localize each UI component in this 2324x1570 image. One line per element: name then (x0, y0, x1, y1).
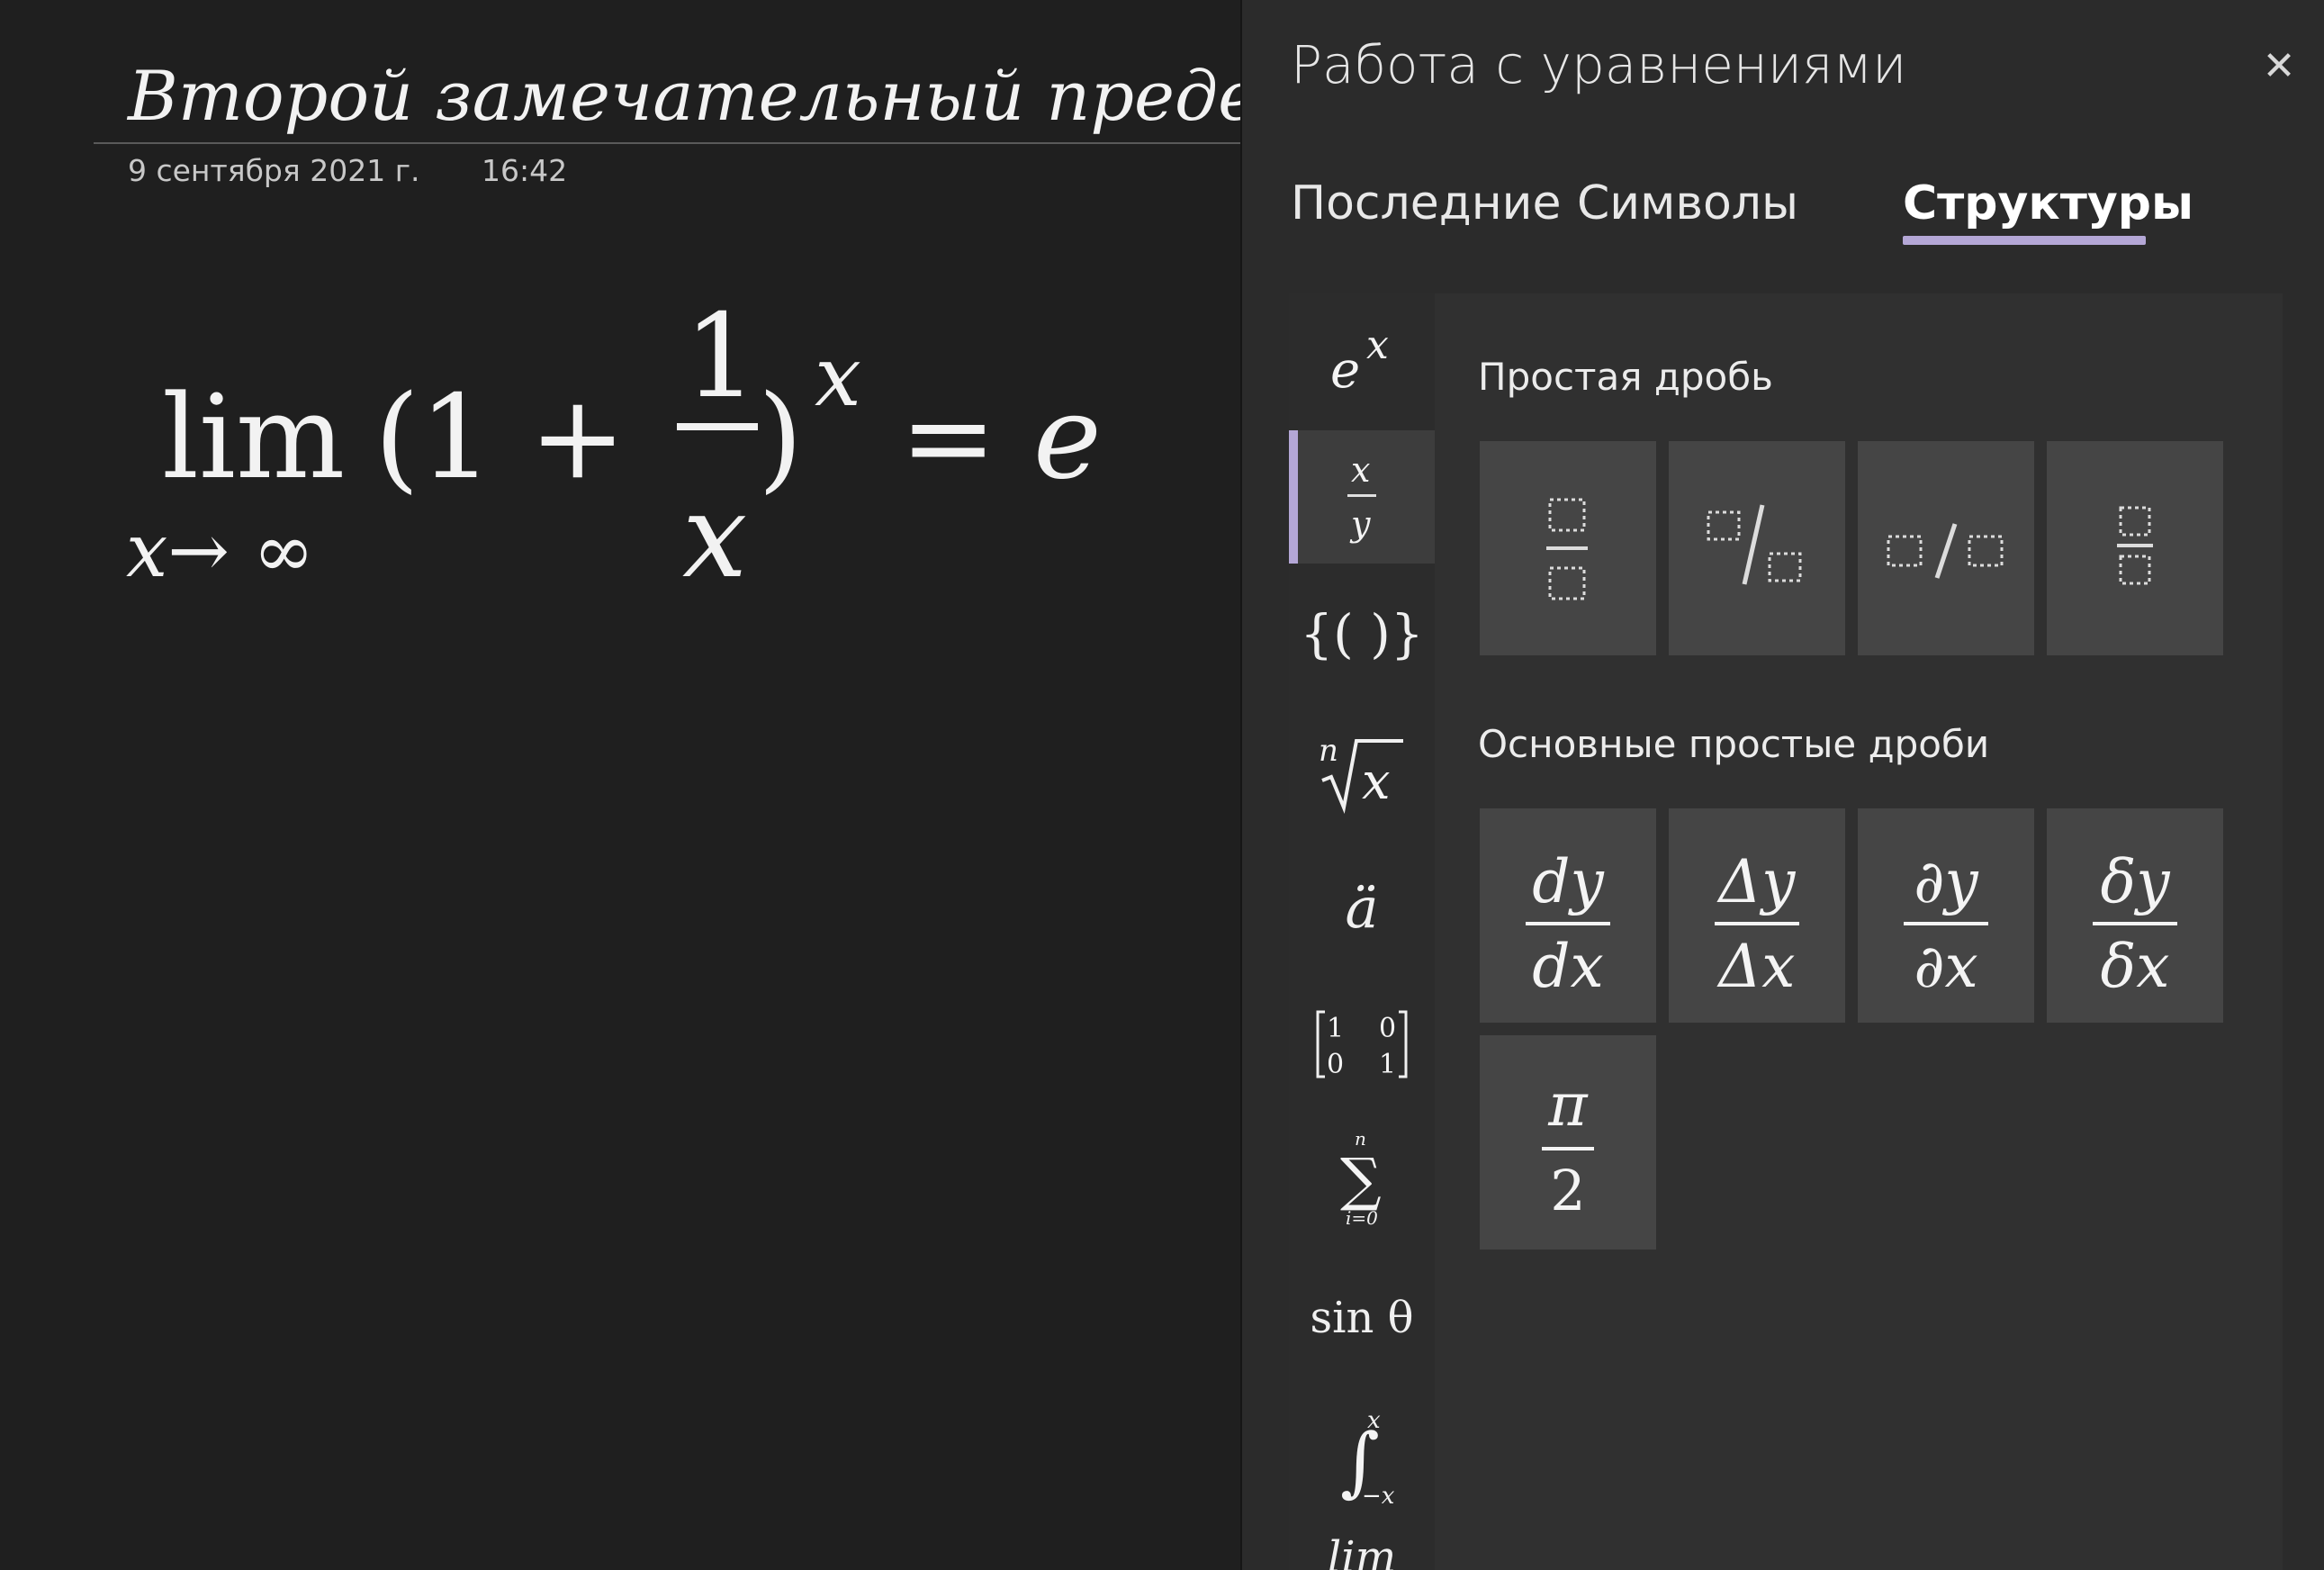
tab-recent[interactable]: Последние (1291, 176, 1561, 230)
equation-pane: Работа с уравнениями ✕ Последние Символы… (1240, 0, 2324, 1570)
radical-icon: n x (1319, 733, 1403, 814)
pi-over-2-fraction: π 2 (1542, 1070, 1594, 1223)
svg-text:δx: δx (2101, 932, 2170, 1001)
linear-fraction-button[interactable] (1858, 441, 2034, 655)
svg-text:x: x (1362, 753, 1391, 811)
svg-text:n: n (1319, 733, 1338, 769)
section-title-common-fractions: Основные простые дроби (1478, 722, 1990, 766)
page-title-text[interactable]: Второй замечательный предел (128, 56, 1302, 136)
svg-text:0: 0 (1327, 1049, 1344, 1080)
linear-fraction-icon (1887, 523, 2004, 579)
svg-text:π: π (1547, 1070, 1589, 1140)
equation-svg[interactable]: lim x→ ∞ (1 + 1 x ) x = e (126, 290, 1143, 630)
small-delta-fraction: δy δx (2093, 847, 2177, 1001)
section-title-simple-fraction: Простая дробь (1478, 355, 1773, 399)
active-tab-indicator (1903, 236, 2146, 245)
tab-structures[interactable]: Структуры (1903, 176, 2193, 230)
category-bracket[interactable]: {( )} (1289, 567, 1435, 700)
svg-text:x: x (1367, 1407, 1381, 1434)
integral-icon: ∫ x −x (1340, 1407, 1395, 1510)
fraction-pi-over-2-button[interactable]: π 2 (1480, 1035, 1656, 1250)
category-integral[interactable]: ∫ x −x (1289, 1388, 1435, 1521)
fraction-denominator: x (682, 470, 747, 604)
page-title[interactable]: Второй замечательный предел (128, 56, 1307, 136)
svg-text:e: e (1330, 341, 1360, 400)
exponent: x (815, 329, 861, 425)
svg-text:x: x (1351, 450, 1370, 490)
bracket-icon: {( )} (1300, 603, 1424, 664)
category-matrix[interactable]: 1 0 0 1 (1289, 978, 1435, 1111)
fraction-delta-button[interactable]: Δy Δx (1669, 808, 1845, 1023)
open-group: (1 + (374, 371, 626, 505)
matrix-icon: 1 0 0 1 (1316, 1010, 1408, 1080)
stacked-fraction-button[interactable] (1480, 441, 1656, 655)
close-group: ) (758, 371, 803, 505)
lim-subscript: x→ ∞ (126, 509, 314, 594)
note-date: 9 сентября 2021 г. (128, 153, 420, 188)
category-accent[interactable]: ä (1289, 841, 1435, 974)
category-radical[interactable]: n x (1289, 704, 1435, 837)
svg-text:δy: δy (2100, 847, 2170, 916)
equation-container[interactable]: lim x→ ∞ (1 + 1 x ) x = e (126, 290, 1143, 630)
title-divider (94, 142, 1240, 144)
stacked-fraction-icon (1546, 498, 1588, 600)
svg-text:2: 2 (1550, 1158, 1585, 1223)
svg-text:Δy: Δy (1716, 847, 1797, 916)
function-icon: sin θ (1310, 1293, 1414, 1343)
fraction-bar (677, 423, 758, 430)
equation-rhs: = e (900, 371, 1102, 505)
skewed-fraction-icon (1707, 504, 1802, 585)
category-function[interactable]: sin θ (1289, 1251, 1435, 1385)
note-page: Второй замечательный предел 9 сентября 2… (0, 0, 1307, 1570)
accent-icon: ä (1345, 874, 1379, 941)
svg-text:∂y: ∂y (1914, 847, 1978, 916)
svg-text:dx: dx (1532, 932, 1603, 1001)
svg-text:1: 1 (1379, 1049, 1396, 1080)
category-large-operator[interactable]: n ∑ i=0 (1289, 1114, 1435, 1248)
category-script[interactable]: e x (1289, 293, 1435, 427)
fraction-dy-dx-button[interactable]: dy dx (1480, 808, 1656, 1023)
category-list: e x x y {( )} n x ä 1 0 0 1 n ∑ i=0 sin … (1289, 293, 1435, 1570)
svg-text:0: 0 (1379, 1013, 1396, 1044)
delta-fraction: Δy Δx (1715, 847, 1799, 1001)
svg-text:i=0: i=0 (1346, 1207, 1378, 1229)
svg-text:Δx: Δx (1716, 932, 1796, 1001)
structures-content: Простая дробь Основные простые дроби dy … (1435, 293, 2283, 1570)
fraction-numerator: 1 (684, 306, 757, 424)
sum-icon: n ∑ i=0 (1340, 1128, 1382, 1229)
category-limit-log[interactable]: lim (1289, 1525, 1435, 1570)
fraction-icon: x y (1347, 450, 1376, 544)
script-icon: e x (1330, 322, 1389, 400)
pane-title: Работа с уравнениями (1291, 34, 1907, 95)
svg-text:x: x (1366, 322, 1389, 368)
tab-symbols[interactable]: Символы (1577, 176, 1798, 230)
svg-text:dy: dy (1532, 847, 1604, 916)
small-fraction-icon (2117, 506, 2153, 585)
fraction-small-delta-button[interactable]: δy δx (2047, 808, 2223, 1023)
svg-text:−x: −x (1362, 1483, 1395, 1510)
limit-icon: lim (1327, 1532, 1397, 1570)
svg-text:y: y (1349, 504, 1371, 544)
small-fraction-button[interactable] (2047, 441, 2223, 655)
lim-operator: lim (162, 371, 345, 505)
svg-text:1: 1 (1327, 1013, 1344, 1044)
dy-dx-fraction: dy dx (1526, 847, 1610, 1001)
partial-fraction: ∂y ∂x (1904, 847, 1988, 1001)
svg-text:∑: ∑ (1340, 1147, 1382, 1214)
category-fraction[interactable]: x y (1289, 430, 1435, 564)
note-time: 16:42 (482, 153, 568, 188)
structures-panel: e x x y {( )} n x ä 1 0 0 1 n ∑ i=0 sin … (1289, 293, 2283, 1570)
skewed-fraction-button[interactable] (1669, 441, 1845, 655)
fraction-partial-button[interactable]: ∂y ∂x (1858, 808, 2034, 1023)
svg-text:∂x: ∂x (1914, 932, 1977, 1001)
close-icon[interactable]: ✕ (2252, 40, 2306, 94)
